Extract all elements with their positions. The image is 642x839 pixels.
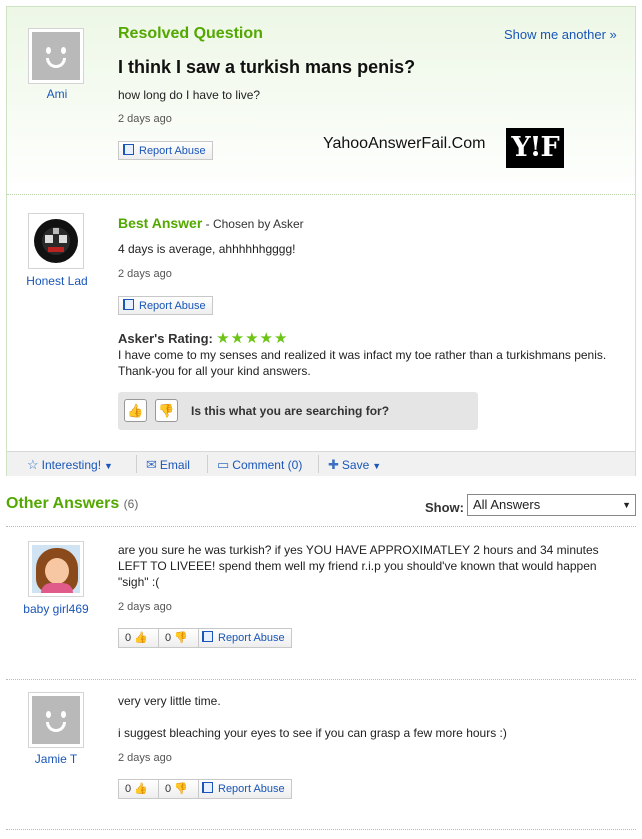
question-timestamp: 2 days ago <box>118 113 172 125</box>
answer-2-body-line-1: very very little time. <box>118 694 221 708</box>
answer-2-thumbs-down-button[interactable]: 0 👎 <box>159 780 199 798</box>
action-toolbar: ☆ Interesting! ▼ ✉ Email ▭ Comment (0) ✚ Save… <box>7 451 635 476</box>
answer-1-user-link[interactable]: baby girl469 <box>6 602 106 616</box>
chevron-down-icon: ▼ <box>104 461 113 471</box>
plus-icon: ✚ <box>328 457 339 472</box>
best-answerer-name-link[interactable]: Honest Lad <box>7 274 107 288</box>
yf-logo: Y!F <box>506 128 564 168</box>
section-divider <box>7 194 635 195</box>
default-avatar-icon <box>32 32 80 80</box>
answers-divider <box>6 829 636 830</box>
answer-1-body: are you sure he was turkish? if yes YOU … <box>118 543 599 589</box>
girl-avatar-icon <box>32 545 80 593</box>
flag-icon <box>123 144 134 155</box>
answer-1-up-count: 0 <box>125 632 132 644</box>
search-prompt: Is this what you are searching for? <box>191 404 390 418</box>
answer-2-body-line-2: i suggest bleaching your eyes to see if … <box>118 726 507 740</box>
thumbs-up-icon: 👍 <box>134 783 148 795</box>
comment-icon: ▭ <box>217 457 230 472</box>
answer-1-down-count: 0 <box>165 632 172 644</box>
answers-divider <box>6 679 636 680</box>
best-answer-header: Best Answer - Chosen by Asker <box>118 215 304 231</box>
answer-2-vote-bar: 0 👍 0 👎 Report Abuse <box>118 779 292 799</box>
question-panel: Resolved Question Show me another » Ami … <box>6 6 636 476</box>
show-me-another-link[interactable]: Show me another » <box>504 27 617 42</box>
best-answer-report-abuse-button[interactable]: Report Abuse <box>118 296 213 315</box>
resolved-question-label: Resolved Question <box>118 25 263 42</box>
comment-label: Comment (0) <box>232 458 303 472</box>
other-answers-heading: Other Answers (6) <box>6 495 138 513</box>
answer-1-avatar[interactable] <box>28 541 84 597</box>
answer-1-report-abuse-button[interactable]: Report Abuse <box>199 629 285 647</box>
answer-2-thumbs-up-button[interactable]: 0 👍 <box>119 780 159 798</box>
asker-name-link[interactable]: Ami <box>7 87 107 101</box>
thumbs-up-icon: 👍 <box>134 632 148 644</box>
flag-icon <box>123 299 134 310</box>
answer-filter-value: All Answers <box>473 497 541 512</box>
question-body: how long do I have to live? <box>118 88 261 102</box>
report-abuse-button[interactable]: Report Abuse <box>118 141 213 160</box>
thumbs-up-icon[interactable]: 👍 <box>124 399 147 422</box>
report-abuse-label: Report Abuse <box>139 300 206 312</box>
report-abuse-label: Report Abuse <box>218 783 285 795</box>
show-filter-label: Show: <box>425 500 464 515</box>
best-answer-body: 4 days is average, ahhhhhhgggg! <box>118 242 296 256</box>
chosen-by-asker-text: - Chosen by Asker <box>202 217 304 231</box>
default-avatar-icon <box>32 696 80 744</box>
best-answerer-avatar[interactable] <box>28 213 84 269</box>
answers-divider <box>6 526 636 527</box>
save-label: Save <box>341 458 370 472</box>
answer-2-avatar[interactable] <box>28 692 84 748</box>
save-button[interactable]: ✚ Save ▼ <box>328 457 381 473</box>
interesting-label: Interesting! <box>41 458 102 472</box>
other-answers-count: (6) <box>123 497 139 511</box>
answer-1-thumbs-up-button[interactable]: 0 👍 <box>119 629 159 647</box>
interesting-button[interactable]: ☆ Interesting! ▼ <box>27 457 113 473</box>
report-abuse-label: Report Abuse <box>139 145 206 157</box>
flag-icon <box>202 782 213 793</box>
best-answer-label: Best Answer <box>118 215 203 231</box>
question-title: I think I saw a turkish mans penis? <box>118 57 416 77</box>
chevron-down-icon: ▼ <box>622 500 631 510</box>
thumbs-down-icon[interactable]: 👎 <box>155 399 178 422</box>
answer-filter-select[interactable]: All Answers ▼ <box>467 494 636 516</box>
asker-avatar[interactable] <box>28 28 84 84</box>
thumbs-down-icon: 👎 <box>174 783 188 795</box>
answer-2-report-abuse-button[interactable]: Report Abuse <box>199 780 285 798</box>
email-button[interactable]: ✉ Email <box>146 457 190 473</box>
askers-rating: Asker's Rating: ★★★★★ <box>118 329 288 347</box>
rating-stars-icon: ★★★★★ <box>216 330 289 347</box>
answer-2-up-count: 0 <box>125 783 132 795</box>
answer-1-thumbs-down-button[interactable]: 0 👎 <box>159 629 199 647</box>
comment-button[interactable]: ▭ Comment (0) <box>217 457 302 473</box>
flag-icon <box>202 631 213 642</box>
best-answer-timestamp: 2 days ago <box>118 268 172 280</box>
question-section: Resolved Question Show me another » Ami … <box>7 7 635 193</box>
askers-rating-label: Asker's Rating: <box>118 331 213 346</box>
other-answers-title: Other Answers <box>6 495 120 512</box>
answer-1-timestamp: 2 days ago <box>118 601 172 613</box>
star-icon: ☆ <box>27 457 39 472</box>
thumbs-down-icon: 👎 <box>174 632 188 644</box>
email-label: Email <box>159 458 190 472</box>
report-abuse-label: Report Abuse <box>218 632 285 644</box>
search-feedback-box: 👍 👎 Is this what you are searching for? <box>118 392 478 430</box>
answer-2-timestamp: 2 days ago <box>118 752 172 764</box>
envelope-icon: ✉ <box>146 457 157 472</box>
answer-2-user-link[interactable]: Jamie T <box>6 752 106 766</box>
skull-avatar-icon <box>32 217 80 265</box>
answer-2-down-count: 0 <box>165 783 172 795</box>
answer-1-vote-bar: 0 👍 0 👎 Report Abuse <box>118 628 292 648</box>
asker-comment: I have come to my senses and realized it… <box>118 348 607 378</box>
watermark-site: YahooAnswerFail.Com <box>323 135 486 152</box>
chevron-down-icon: ▼ <box>372 461 382 471</box>
